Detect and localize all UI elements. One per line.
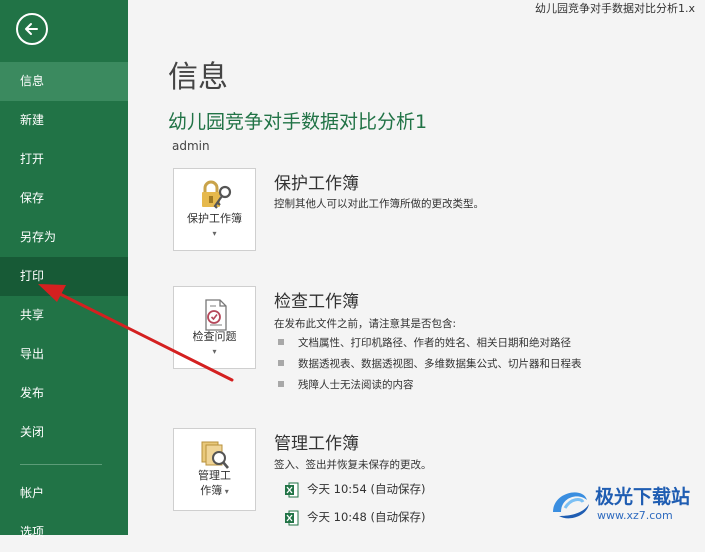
backstage-sidebar: 信息 新建 打开 保存 另存为 打印 共享 导出 发布 关闭 帐户 选项 xyxy=(0,0,128,539)
inspect-bullet: 残障人士无法阅读的内容 xyxy=(278,377,414,392)
nav-item-print[interactable]: 打印 xyxy=(0,257,128,296)
excel-file-icon xyxy=(285,482,299,497)
version-item[interactable]: 今天 10:48 (自动保存) xyxy=(285,509,425,526)
nav-item-options[interactable]: 选项 xyxy=(0,513,128,552)
nav-item-save-as[interactable]: 另存为 xyxy=(0,218,128,257)
document-check-icon xyxy=(205,299,227,331)
watermark: 极光下载站 www.xz7.com xyxy=(547,482,690,528)
workbook-name: 幼儿园竞争对手数据对比分析1 xyxy=(168,111,428,133)
inspect-title: 检查工作簿 xyxy=(274,292,359,312)
protect-workbook-button[interactable]: 保护工作簿 ▾ xyxy=(173,168,256,251)
check-issues-button[interactable]: 检查问题 ▾ xyxy=(173,286,256,369)
manage-title: 管理工作簿 xyxy=(274,434,359,454)
back-arrow-icon xyxy=(25,23,38,35)
manage-tile-label-line2: 作簿 xyxy=(200,484,223,497)
nav-item-account[interactable]: 帐户 xyxy=(0,474,128,513)
check-issues-tile-label: 检查问题 xyxy=(192,330,237,343)
watermark-url: www.xz7.com xyxy=(597,509,673,522)
chevron-down-icon: ▾ xyxy=(212,229,217,238)
manage-tile-label-line1: 管理工 xyxy=(198,469,231,482)
lock-key-icon xyxy=(202,180,232,209)
nav-item-publish[interactable]: 发布 xyxy=(0,374,128,413)
nav-item-open[interactable]: 打开 xyxy=(0,140,128,179)
manage-description: 签入、签出并恢复未保存的更改。 xyxy=(274,459,432,471)
protect-description: 控制其他人可以对此工作簿所做的更改类型。 xyxy=(274,198,484,210)
back-button[interactable] xyxy=(16,13,48,45)
nav-divider xyxy=(20,464,102,465)
chevron-down-icon: ▾ xyxy=(222,487,229,496)
manage-workbook-button[interactable]: 管理工 作簿 ▾ xyxy=(173,428,256,511)
protect-title: 保护工作簿 xyxy=(274,174,359,194)
version-label: 今天 10:48 (自动保存) xyxy=(307,510,426,524)
inspect-bullet: 文档属性、打印机路径、作者的姓名、相关日期和绝对路径 xyxy=(278,335,571,350)
nav-item-export[interactable]: 导出 xyxy=(0,335,128,374)
nav-item-save[interactable]: 保存 xyxy=(0,179,128,218)
inspect-bullet: 数据透视表、数据透视图、多维数据集公式、切片器和日程表 xyxy=(278,356,582,371)
version-label: 今天 10:54 (自动保存) xyxy=(307,482,426,496)
nav-item-info[interactable]: 信息 xyxy=(0,62,128,101)
protect-tile-label: 保护工作簿 xyxy=(187,212,242,225)
page-title: 信息 xyxy=(168,60,228,95)
nav-item-close[interactable]: 关闭 xyxy=(0,413,128,452)
watermark-logo-icon xyxy=(553,492,589,519)
manage-versions-icon xyxy=(201,441,229,469)
inspect-description: 在发布此文件之前，请注意其是否包含: xyxy=(274,318,457,330)
nav-item-new[interactable]: 新建 xyxy=(0,101,128,140)
excel-file-icon xyxy=(285,510,299,525)
version-item[interactable]: 今天 10:54 (自动保存) xyxy=(285,481,425,498)
chevron-down-icon: ▾ xyxy=(212,347,217,356)
watermark-text: 极光下载站 xyxy=(595,486,691,508)
nav-item-share[interactable]: 共享 xyxy=(0,296,128,335)
author-name: admin xyxy=(172,139,210,153)
window-title: 幼儿园竞争对手数据对比分析1.x xyxy=(535,2,696,15)
